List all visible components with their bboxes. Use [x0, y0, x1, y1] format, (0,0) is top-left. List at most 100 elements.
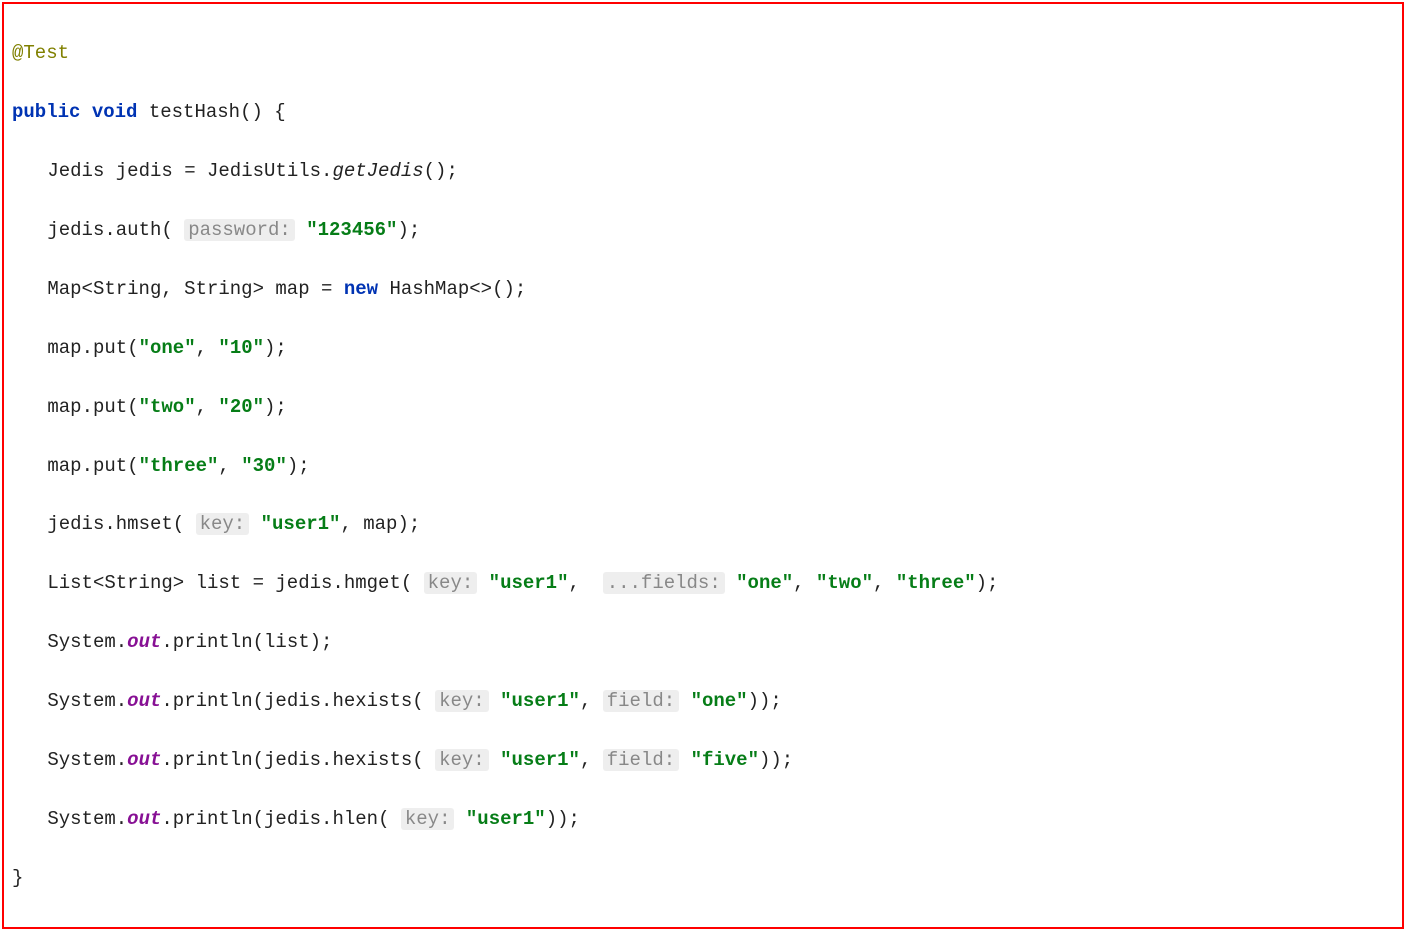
method-call: println: [173, 690, 253, 712]
punct: .: [116, 749, 127, 771]
punct: =: [321, 278, 344, 300]
punct: (: [161, 219, 184, 241]
param-hint: key:: [424, 572, 478, 594]
punct: (: [253, 808, 264, 830]
code-line: System.out.println(jedis.hexists( key: "…: [12, 687, 1394, 716]
code-line: map.put("two", "20");: [12, 393, 1394, 422]
param-hint: key:: [196, 513, 250, 535]
method-call: println: [173, 749, 253, 771]
punct: (: [127, 455, 138, 477]
punct: );: [264, 337, 287, 359]
string-literal: "user1": [261, 513, 341, 535]
punct: .: [82, 396, 93, 418]
type: Map<String, String>: [47, 278, 264, 300]
punct: ,: [873, 572, 896, 594]
punct: .: [332, 572, 343, 594]
class-ref: System: [47, 749, 115, 771]
var: map: [47, 396, 81, 418]
string-literal: "three": [896, 572, 976, 594]
param-hint: field:: [603, 690, 679, 712]
var: jedis: [47, 219, 104, 241]
punct: (: [253, 631, 264, 653]
method-call: println: [173, 631, 253, 653]
punct: );: [397, 513, 420, 535]
string-literal: "10": [218, 337, 264, 359]
string-literal: "user1": [489, 572, 569, 594]
punct: .: [116, 631, 127, 653]
class-ref: System: [47, 631, 115, 653]
string-literal: "user1": [500, 690, 580, 712]
code-line: System.out.println(jedis.hlen( key: "use…: [12, 805, 1394, 834]
punct: ,: [196, 337, 219, 359]
punct: .: [161, 749, 172, 771]
static-field: out: [127, 749, 161, 771]
var: map: [363, 513, 397, 535]
var: list: [264, 631, 310, 653]
method-call: hmset: [116, 513, 173, 535]
punct: .: [161, 690, 172, 712]
punct: );: [310, 631, 333, 653]
punct: (: [253, 749, 264, 771]
code-line: }: [12, 864, 1394, 893]
punct: }: [12, 867, 23, 889]
class-ref: System: [47, 690, 115, 712]
string-literal: "two": [816, 572, 873, 594]
punct: .: [321, 808, 332, 830]
string-literal: "three": [139, 455, 219, 477]
string-literal: "123456": [306, 219, 397, 241]
punct: ,: [196, 396, 219, 418]
param-hint: field:: [603, 749, 679, 771]
punct: .: [116, 690, 127, 712]
static-method: getJedis: [332, 160, 423, 182]
punct: ,: [218, 455, 241, 477]
punct: (: [173, 513, 196, 535]
punct: ,: [580, 749, 603, 771]
code-line: jedis.hmset( key: "user1", map);: [12, 510, 1394, 539]
string-literal: "one": [736, 572, 793, 594]
punct: .: [321, 160, 332, 182]
method-call: hexists: [332, 749, 412, 771]
punct: =: [253, 572, 276, 594]
string-literal: "two": [139, 396, 196, 418]
punct: ;: [515, 278, 526, 300]
param-hint: key:: [401, 808, 455, 830]
var: jedis: [264, 749, 321, 771]
punct: () {: [240, 101, 286, 123]
punct: .: [82, 337, 93, 359]
param-hint: key:: [435, 690, 489, 712]
var: jedis: [47, 513, 104, 535]
punct: );: [264, 396, 287, 418]
punct: .: [104, 219, 115, 241]
string-literal: "five": [691, 749, 759, 771]
annotation: @Test: [12, 42, 69, 64]
punct: ,: [580, 690, 603, 712]
punct: ));: [759, 749, 793, 771]
var: jedis: [116, 160, 173, 182]
code-line: Map<String, String> map = new HashMap<>(…: [12, 275, 1394, 304]
punct: ));: [546, 808, 580, 830]
punct: (: [127, 396, 138, 418]
var: jedis: [264, 808, 321, 830]
keyword-new: new: [344, 278, 378, 300]
punct: ();: [424, 160, 458, 182]
method-call: hexists: [332, 690, 412, 712]
method-call: put: [93, 455, 127, 477]
static-field: out: [127, 631, 161, 653]
var: map: [47, 337, 81, 359]
keyword-public: public: [12, 101, 80, 123]
string-literal: "20": [218, 396, 264, 418]
punct: .: [116, 808, 127, 830]
code-line: jedis.auth( password: "123456");: [12, 216, 1394, 245]
code-line: System.out.println(list);: [12, 628, 1394, 657]
punct: =: [184, 160, 207, 182]
static-field: out: [127, 690, 161, 712]
punct: );: [976, 572, 999, 594]
punct: .: [82, 455, 93, 477]
punct: .: [321, 749, 332, 771]
var: list: [196, 572, 242, 594]
var: jedis: [275, 572, 332, 594]
string-literal: "one": [139, 337, 196, 359]
var: map: [47, 455, 81, 477]
code-line: List<String> list = jedis.hmget( key: "u…: [12, 569, 1394, 598]
code-line: @Test: [12, 39, 1394, 68]
